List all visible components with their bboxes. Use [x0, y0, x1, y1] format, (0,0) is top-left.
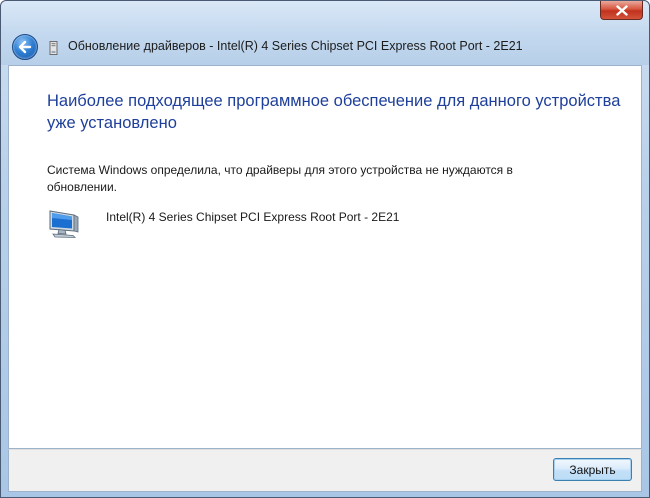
close-window-button[interactable] — [600, 1, 643, 20]
monitor-device-icon — [49, 210, 79, 238]
title-bar — [1, 1, 649, 65]
window-title: Обновление драйверов - Intel(R) 4 Series… — [68, 39, 523, 53]
back-arrow-icon — [18, 40, 32, 54]
button-bar: Закрыть — [8, 449, 642, 492]
device-name: Intel(R) 4 Series Chipset PCI Express Ro… — [106, 210, 400, 224]
close-icon — [615, 4, 628, 16]
device-row: Intel(R) 4 Series Chipset PCI Express Ro… — [47, 207, 447, 241]
device-icon — [49, 41, 58, 55]
main-heading: Наиболее подходящее программное обеспече… — [47, 92, 621, 132]
dialog-window: Обновление драйверов - Intel(R) 4 Series… — [0, 0, 650, 498]
content-panel: Наиболее подходящее программное обеспече… — [8, 65, 642, 449]
close-button[interactable]: Закрыть — [553, 458, 632, 481]
status-message: Система Windows определила, что драйверы… — [47, 163, 513, 194]
back-button[interactable] — [12, 34, 38, 60]
